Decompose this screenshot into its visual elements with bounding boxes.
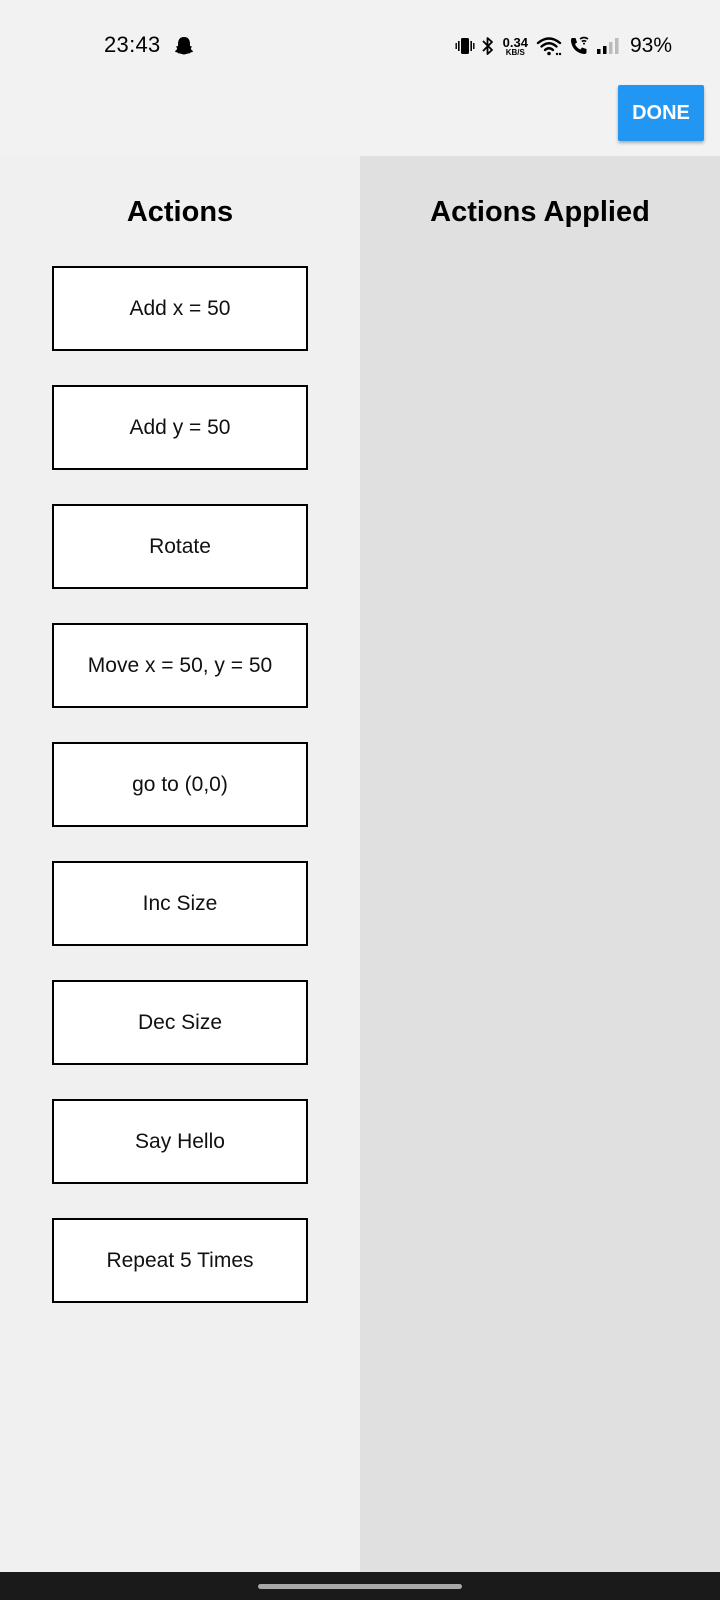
net-speed-unit: KB/S [505, 47, 525, 57]
action-item[interactable]: go to (0,0) [52, 742, 308, 827]
bluetooth-icon [481, 36, 495, 56]
action-item[interactable]: Say Hello [52, 1099, 308, 1184]
top-app-bar: DONE [0, 82, 720, 156]
home-gesture-handle[interactable] [258, 1584, 462, 1589]
snapchat-ghost-icon [174, 36, 194, 58]
status-time: 23:43 [104, 32, 161, 57]
signal-icon [596, 36, 620, 56]
action-item[interactable]: Repeat 5 Times [52, 1218, 308, 1303]
action-item[interactable]: Dec Size [52, 980, 308, 1065]
vibrate-icon [455, 36, 475, 56]
action-item[interactable]: Add x = 50 [52, 266, 308, 351]
actions-panel: Actions Add x = 50 Add y = 50 Rotate Move x… [0, 156, 360, 1572]
actions-applied-title: Actions Applied [430, 196, 650, 228]
actions-applied-panel[interactable]: Actions Applied [360, 156, 720, 1572]
status-bar: 23:43 0.34 KB/S 93% [0, 0, 720, 82]
net-speed-value: 0.34 [502, 34, 528, 50]
action-item[interactable]: Move x = 50, y = 50 [52, 623, 308, 708]
network-speed: 0.34 KB/S [503, 36, 528, 57]
action-item[interactable]: Add y = 50 [52, 385, 308, 470]
battery-level: 93% [629, 34, 672, 57]
done-button[interactable]: DONE [618, 85, 704, 141]
actions-panel-title: Actions [126, 196, 234, 228]
wifi-icon [536, 35, 562, 57]
action-item[interactable]: Inc Size [52, 861, 308, 946]
action-list: Add x = 50 Add y = 50 Rotate Move x = 50, y… [52, 266, 308, 1337]
navigation-bar [0, 1572, 720, 1600]
status-icons: 0.34 KB/S 93% [455, 30, 672, 62]
action-item[interactable]: Rotate [52, 504, 308, 589]
wifi-calling-icon [568, 35, 590, 57]
